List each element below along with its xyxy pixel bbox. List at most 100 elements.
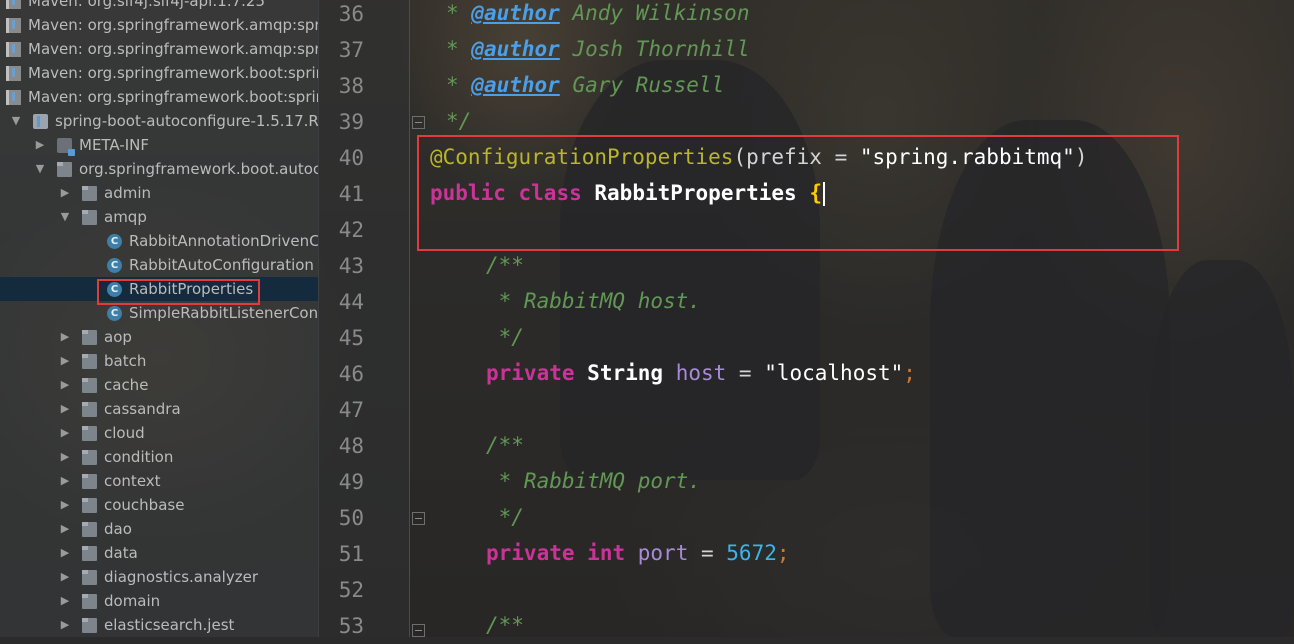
- class-icon: C: [107, 258, 122, 273]
- tree-item[interactable]: ▶ couchbase: [0, 493, 318, 517]
- tree-item-label: Maven: org.springframework.amqp:spri: [28, 40, 318, 58]
- tree-item-label: elasticsearch.jest: [104, 616, 235, 634]
- tree-item[interactable]: C RabbitAnnotationDrivenCo: [0, 229, 318, 253]
- expand-arrow-icon[interactable]: ▼: [58, 205, 72, 229]
- collapse-arrow-icon[interactable]: ▶: [58, 397, 72, 421]
- tree-item[interactable]: ▶ diagnostics.analyzer: [0, 565, 318, 589]
- class-icon: C: [107, 306, 122, 321]
- collapse-arrow-icon[interactable]: ▶: [58, 589, 72, 613]
- fold-marker-icon[interactable]: [412, 512, 425, 525]
- package-icon: [82, 522, 97, 537]
- tree-item[interactable]: ▶ context: [0, 469, 318, 493]
- collapse-arrow-icon[interactable]: ▶: [58, 445, 72, 469]
- code-line-39: */: [446, 103, 471, 139]
- tree-item[interactable]: ▶ dao: [0, 517, 318, 541]
- tree-item-label: RabbitAutoConfiguration: [129, 256, 314, 274]
- fold-marker-icon[interactable]: [412, 116, 425, 129]
- tree-item[interactable]: ▶ cache: [0, 373, 318, 397]
- line-number: 50: [338, 506, 364, 530]
- collapse-arrow-icon[interactable]: ▶: [58, 421, 72, 445]
- tree-item-label: aop: [104, 328, 132, 346]
- code-line-37: * @author Josh Thornhill: [446, 31, 749, 67]
- collapse-arrow-icon[interactable]: ▶: [58, 373, 72, 397]
- code-editor[interactable]: * @author Andy Wilkinson * @author Josh …: [430, 0, 1294, 637]
- tree-item[interactable]: Maven: org.springframework.amqp:spri: [0, 13, 318, 37]
- tree-item[interactable]: ▶ elasticsearch.jest: [0, 613, 318, 637]
- line-number: 44: [338, 290, 364, 314]
- tree-item-label: cassandra: [104, 400, 181, 418]
- keyword-private: private: [486, 361, 575, 385]
- library-icon: [6, 0, 21, 9]
- line-number: 48: [338, 434, 364, 458]
- collapse-arrow-icon[interactable]: ▶: [58, 517, 72, 541]
- library-icon: [6, 66, 21, 81]
- author-name: Gary Russell: [559, 73, 725, 97]
- tree-item-label: spring-boot-autoconfigure-1.5.17.RE: [55, 112, 318, 130]
- tree-item[interactable]: Maven: org.springframework.boot:sprin: [0, 61, 318, 85]
- tree-highlight-box: [97, 279, 260, 305]
- package-icon: [82, 426, 97, 441]
- tree-item-label: diagnostics.analyzer: [104, 568, 258, 586]
- package-icon: [82, 186, 97, 201]
- collapse-arrow-icon[interactable]: ▶: [58, 613, 72, 637]
- collapse-arrow-icon[interactable]: ▶: [58, 493, 72, 517]
- tree-item-label: context: [104, 472, 161, 490]
- expand-arrow-icon[interactable]: ▼: [9, 109, 23, 133]
- line-number: 45: [338, 326, 364, 350]
- line-number: 38: [338, 74, 364, 98]
- tree-item[interactable]: ▶ META-INF: [0, 133, 318, 157]
- tree-item[interactable]: ▼ org.springframework.boot.autoc: [0, 157, 318, 181]
- tree-item[interactable]: ▶ domain: [0, 589, 318, 613]
- line-number: 43: [338, 254, 364, 278]
- tree-item[interactable]: ▶ condition: [0, 445, 318, 469]
- collapse-arrow-icon[interactable]: ▶: [33, 133, 47, 157]
- package-icon: [82, 402, 97, 417]
- tree-item[interactable]: ▼ amqp: [0, 205, 318, 229]
- collapse-arrow-icon[interactable]: ▶: [58, 541, 72, 565]
- jar-icon: [33, 114, 48, 129]
- fold-marker-icon[interactable]: [412, 624, 425, 637]
- expand-arrow-icon[interactable]: ▼: [33, 157, 47, 181]
- type-name: String: [587, 361, 664, 385]
- tree-item-label: amqp: [104, 208, 147, 226]
- doc-comment: * RabbitMQ port.: [486, 469, 701, 493]
- tree-item[interactable]: ▶ aop: [0, 325, 318, 349]
- author-tag: @author: [471, 73, 560, 97]
- collapse-arrow-icon[interactable]: ▶: [58, 469, 72, 493]
- tree-item[interactable]: ▶ cloud: [0, 421, 318, 445]
- package-icon: [82, 450, 97, 465]
- code-highlight-box: [417, 135, 1179, 251]
- tree-item-label: Maven: org.slf4j:slf4j-api:1.7.25: [28, 0, 265, 10]
- semicolon: ;: [903, 361, 916, 385]
- tree-item[interactable]: Maven: org.springframework.boot:sprin: [0, 85, 318, 109]
- project-tree-panel[interactable]: Maven: org.slf4j:slf4j-api:1.7.25 Maven: …: [0, 0, 318, 637]
- tree-item[interactable]: ▶ data: [0, 541, 318, 565]
- line-number: 36: [338, 2, 364, 26]
- collapse-arrow-icon[interactable]: ▶: [58, 565, 72, 589]
- code-line-46: private String host = "localhost";: [486, 355, 916, 391]
- tree-item[interactable]: ▶ admin: [0, 181, 318, 205]
- tree-item[interactable]: Maven: org.springframework.amqp:spri: [0, 37, 318, 61]
- package-icon: [82, 354, 97, 369]
- doc-comment: /**: [486, 433, 524, 457]
- code-line-45: */: [486, 319, 524, 355]
- doc-comment: /**: [486, 253, 524, 277]
- tree-item-label: cache: [104, 376, 149, 394]
- code-line-44: * RabbitMQ host.: [486, 283, 701, 319]
- doc-comment: /**: [486, 613, 524, 637]
- doc-star: *: [446, 1, 472, 25]
- tree-item[interactable]: C RabbitAutoConfiguration: [0, 253, 318, 277]
- collapse-arrow-icon[interactable]: ▶: [58, 349, 72, 373]
- line-number: 37: [338, 38, 364, 62]
- package-icon: [82, 498, 97, 513]
- tree-item[interactable]: Maven: org.slf4j:slf4j-api:1.7.25: [0, 0, 318, 13]
- tree-item[interactable]: ▶ cassandra: [0, 397, 318, 421]
- line-number: 53: [338, 614, 364, 638]
- tree-item[interactable]: ▼ spring-boot-autoconfigure-1.5.17.RE: [0, 109, 318, 133]
- assign: =: [688, 541, 727, 565]
- collapse-arrow-icon[interactable]: ▶: [58, 181, 72, 205]
- collapse-arrow-icon[interactable]: ▶: [58, 325, 72, 349]
- author-tag: @author: [471, 37, 560, 61]
- tree-item[interactable]: ▶ batch: [0, 349, 318, 373]
- line-number: 40: [338, 146, 364, 170]
